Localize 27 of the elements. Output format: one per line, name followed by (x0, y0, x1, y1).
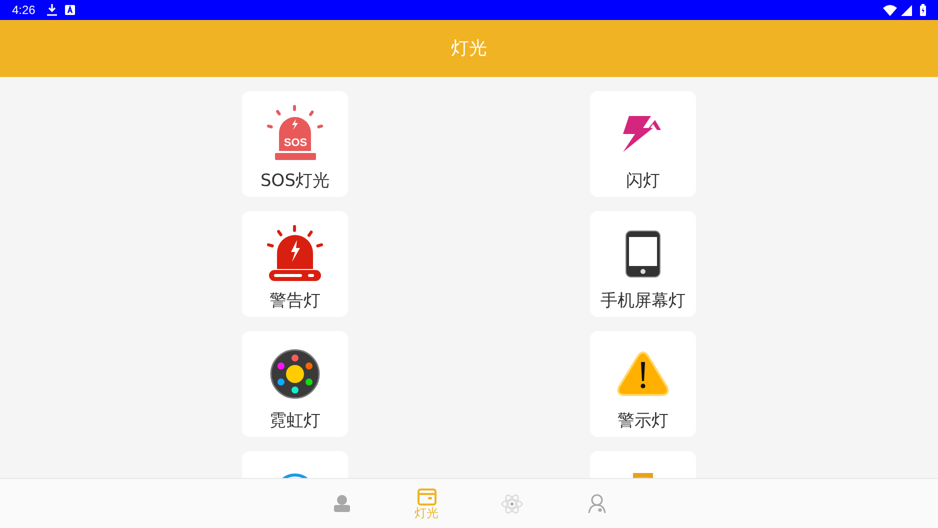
light-tile[interactable]: SOS SOS灯光 (242, 91, 348, 197)
tile-label: 手机屏幕灯 (600, 290, 686, 313)
signal-icon (901, 4, 912, 16)
atom-icon (500, 492, 522, 514)
warning-icon (617, 351, 669, 397)
neon-lights-icon (270, 349, 320, 399)
app-bar-title: 灯光 (451, 37, 487, 61)
tile-label: SOS灯光 (260, 170, 330, 193)
user-icon (586, 494, 606, 514)
download-icon (47, 4, 58, 16)
tile-label: 警告灯 (270, 290, 320, 313)
light-tile[interactable]: 霓虹灯 (242, 331, 348, 437)
alarm-siren-icon (267, 225, 323, 283)
status-time: 4:26 (12, 2, 36, 19)
tile-label: 闪灯 (626, 170, 660, 193)
battery-icon (920, 4, 926, 16)
wifi-icon (883, 4, 897, 16)
light-tile[interactable]: 闪灯 (590, 91, 696, 197)
phone-icon (625, 230, 661, 278)
light-tile[interactable]: 警告灯 (242, 211, 348, 317)
light-tile[interactable]: 手机屏幕灯 (590, 211, 696, 317)
wallet-icon (416, 488, 436, 506)
tile-label: 警示灯 (618, 410, 668, 433)
light-tile[interactable]: 警示灯 (590, 331, 696, 437)
person-icon (332, 494, 352, 514)
tile-label: 霓虹灯 (270, 410, 320, 433)
notification-icon (65, 5, 76, 15)
